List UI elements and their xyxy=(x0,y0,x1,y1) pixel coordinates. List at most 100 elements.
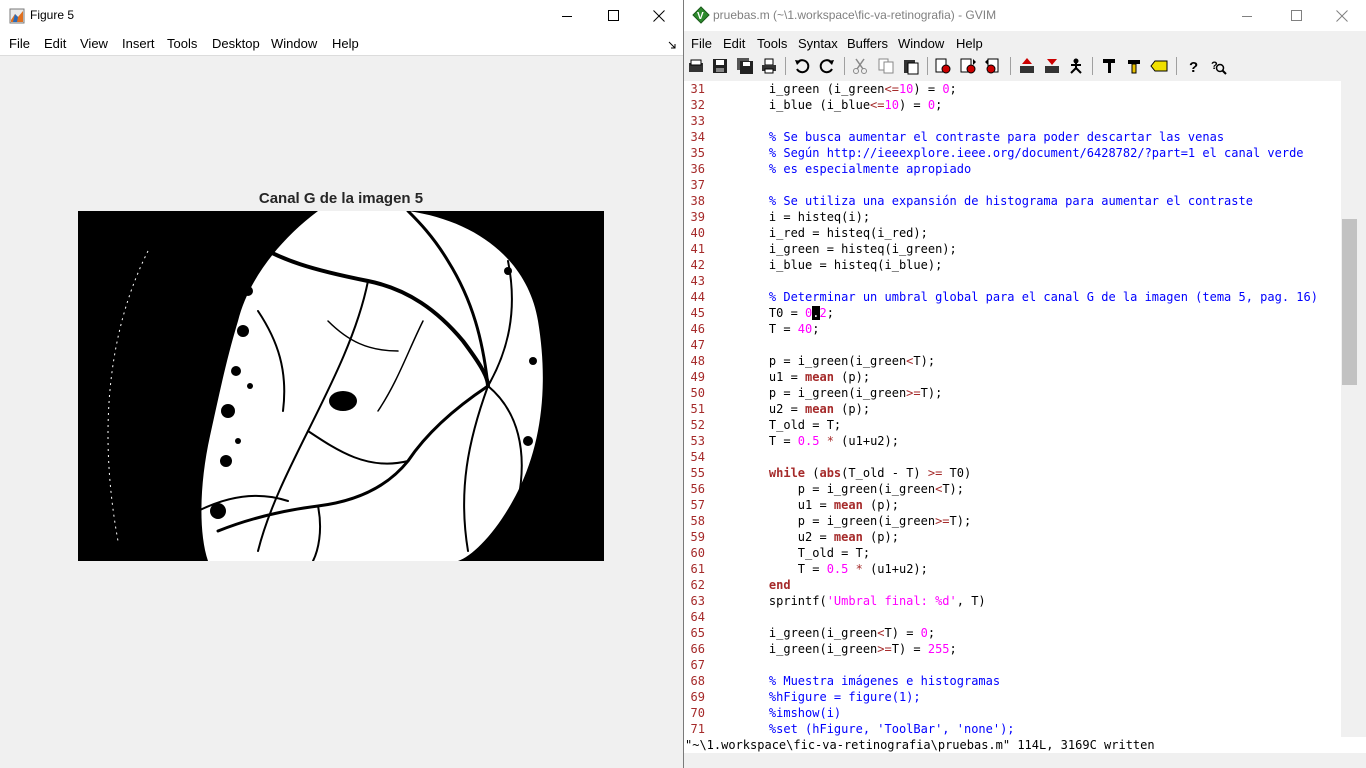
code-editor[interactable]: 31 i_green (i_green<=10) = 0; 32 i_blue (… xyxy=(684,81,1341,737)
code-token: ; xyxy=(949,642,957,656)
code-text: T = 0.5 * (u1+u2); xyxy=(740,561,928,577)
code-text: p = i_green(i_green>=T); xyxy=(740,385,942,401)
code-token: u2 = xyxy=(740,530,834,544)
code-token: >= xyxy=(906,386,921,400)
code-token: 0 xyxy=(920,626,928,640)
maximize-button[interactable] xyxy=(1273,0,1319,31)
menu-view[interactable]: View xyxy=(80,36,108,51)
line-number: 34 xyxy=(690,130,705,144)
toolbar-separator xyxy=(1010,57,1011,75)
line-number: 45 xyxy=(690,306,705,320)
code-token: p = i_green(i_green xyxy=(740,482,936,496)
find-prev-icon[interactable] xyxy=(982,55,1004,77)
code-token: sprintf( xyxy=(740,594,827,608)
code-text: i = histeq(i); xyxy=(740,209,870,225)
code-token: T_old = T; xyxy=(740,546,871,560)
menu-file[interactable]: File xyxy=(691,36,712,51)
close-button[interactable] xyxy=(636,0,682,31)
run-script-icon[interactable] xyxy=(1065,55,1087,77)
code-token: i_green (i_green xyxy=(740,82,885,96)
cut-icon[interactable] xyxy=(849,55,871,77)
copy-icon[interactable] xyxy=(875,55,897,77)
find-next-icon[interactable] xyxy=(957,55,979,77)
line-number: 40 xyxy=(690,226,705,240)
code-text: %imshow(i) xyxy=(740,705,841,721)
line-number: 46 xyxy=(690,322,705,336)
redo-icon[interactable] xyxy=(816,55,838,77)
line-number: 68 xyxy=(690,674,705,688)
code-token: mean xyxy=(833,530,863,544)
code-token: i = histeq(i); xyxy=(740,210,871,224)
make-icon[interactable] xyxy=(1098,55,1120,77)
code-token: 255 xyxy=(927,642,950,656)
code-text: T_old = T; xyxy=(740,545,870,561)
menu-file[interactable]: File xyxy=(9,36,30,51)
jump-tag-icon[interactable] xyxy=(1148,55,1170,77)
code-token: 10 xyxy=(898,82,914,96)
line-number: 56 xyxy=(690,482,705,496)
menu-desktop[interactable]: Desktop xyxy=(212,36,260,51)
code-text: i_green(i_green>=T) = 255; xyxy=(740,641,957,657)
menu-help[interactable]: Help xyxy=(332,36,359,51)
menu-insert[interactable]: Insert xyxy=(122,36,155,51)
line-number: 41 xyxy=(690,242,705,256)
minimize-button[interactable] xyxy=(544,0,590,31)
print-icon[interactable] xyxy=(758,55,780,77)
undo-icon[interactable] xyxy=(791,55,813,77)
menu-edit[interactable]: Edit xyxy=(723,36,745,51)
minimize-button[interactable] xyxy=(1224,0,1270,31)
save-icon[interactable] xyxy=(709,55,731,77)
line-number: 69 xyxy=(690,690,705,704)
code-text: p = i_green(i_green<T); xyxy=(740,353,935,369)
menu-help[interactable]: Help xyxy=(956,36,983,51)
gvim-window: V pruebas.m (~\1.workspace\fic-va-retino… xyxy=(684,0,1366,768)
gvim-titlebar[interactable]: V pruebas.m (~\1.workspace\fic-va-retino… xyxy=(684,0,1366,31)
code-token: ; xyxy=(812,322,820,336)
code-token: % es especialmente apropiado xyxy=(740,162,972,176)
code-token: 2 xyxy=(819,306,827,320)
menu-buffers[interactable]: Buffers xyxy=(847,36,888,51)
code-token: i_blue (i_blue xyxy=(740,98,871,112)
menu-window[interactable]: Window xyxy=(271,36,317,51)
dock-arrow-icon[interactable] xyxy=(668,37,676,52)
code-text: T = 0.5 * (u1+u2); xyxy=(740,433,899,449)
scrollbar-thumb[interactable] xyxy=(1342,219,1357,385)
run-ctags-icon[interactable] xyxy=(1123,55,1145,77)
figure-title: Figure 5 xyxy=(30,8,75,22)
menu-edit[interactable]: Edit xyxy=(44,36,66,51)
line-number: 67 xyxy=(690,658,705,672)
toolbar-separator xyxy=(1176,57,1177,75)
code-token: T); xyxy=(920,386,943,400)
toolbar-separator xyxy=(1092,57,1093,75)
menu-tools[interactable]: Tools xyxy=(167,36,197,51)
code-token: T = xyxy=(740,322,798,336)
code-token: %set (hFigure, 'ToolBar', 'none'); xyxy=(740,722,1015,736)
menu-syntax[interactable]: Syntax xyxy=(798,36,838,51)
figure-titlebar[interactable]: Figure 5 xyxy=(0,0,683,31)
help-icon[interactable]: ? xyxy=(1182,55,1204,77)
load-session-icon[interactable] xyxy=(1016,55,1038,77)
code-token: (p); xyxy=(833,402,871,416)
maximize-button[interactable] xyxy=(590,0,636,31)
open-icon[interactable] xyxy=(685,55,707,77)
paste-icon[interactable] xyxy=(900,55,922,77)
code-text: i_blue (i_blue<=10) = 0; xyxy=(740,97,942,113)
code-text: % Determinar un umbral global para el ca… xyxy=(740,289,1318,305)
close-button[interactable] xyxy=(1319,0,1365,31)
menu-window[interactable]: Window xyxy=(898,36,944,51)
line-number: 71 xyxy=(690,722,705,736)
code-token: 0 xyxy=(942,82,950,96)
vertical-scrollbar[interactable] xyxy=(1341,81,1358,737)
code-text: i_blue = histeq(i_blue); xyxy=(740,257,942,273)
code-token: >= xyxy=(935,514,950,528)
line-number: 61 xyxy=(690,562,705,576)
code-text: u2 = mean (p); xyxy=(740,529,899,545)
code-text: % Se busca aumentar el contraste para po… xyxy=(740,129,1224,145)
save-session-icon[interactable] xyxy=(1041,55,1063,77)
code-token: (p); xyxy=(862,530,899,544)
find-help-icon[interactable]: ? xyxy=(1207,55,1229,77)
menu-tools[interactable]: Tools xyxy=(757,36,787,51)
code-token: ) = xyxy=(898,98,928,112)
save-all-icon[interactable] xyxy=(734,55,756,77)
find-replace-icon[interactable] xyxy=(932,55,954,77)
